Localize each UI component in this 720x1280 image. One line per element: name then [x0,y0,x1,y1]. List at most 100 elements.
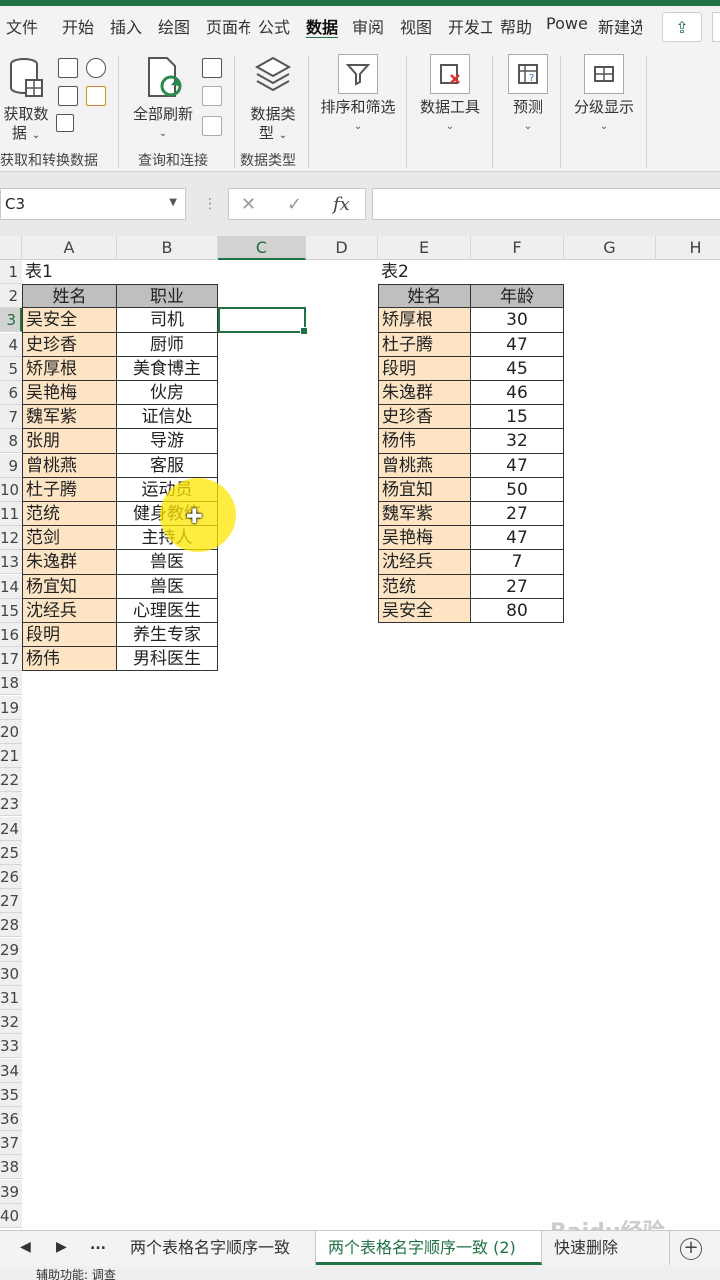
table2-age-cell[interactable]: 7 [471,550,564,575]
table1-name-cell[interactable]: 张朋 [22,429,117,454]
table1-name-cell[interactable]: 史珍香 [22,332,117,357]
tab-9[interactable]: 开发工 [448,14,492,38]
table2-age-cell[interactable]: 50 [471,477,564,502]
table2-name-cell[interactable]: 沈经兵 [378,550,471,575]
row-header[interactable]: 31 [0,986,22,1010]
row-header[interactable]: 11 [0,502,22,526]
table2-age-cell[interactable]: 47 [471,526,564,551]
table1-name-cell[interactable]: 吴艳梅 [22,381,117,406]
row-header[interactable]: 29 [0,937,22,962]
row-header[interactable]: 38 [0,1155,22,1180]
table1-name-cell[interactable]: 杨伟 [22,647,117,672]
row-header[interactable]: 22 [0,768,22,793]
table1-job-cell[interactable]: 客服 [117,453,218,478]
name-box[interactable]: C3 ▼ [0,188,186,220]
table2-name-cell[interactable]: 吴安全 [378,598,471,623]
table2-header-name[interactable]: 姓名 [378,284,471,309]
row-header[interactable]: 10 [0,477,22,502]
next-sheet-icon[interactable]: ▶ [56,1239,67,1255]
table1-job-cell[interactable]: 导游 [117,429,218,454]
table2-name-cell[interactable]: 史珍香 [378,405,471,430]
column-header-f[interactable]: F [471,236,564,260]
table2-age-cell[interactable]: 27 [471,574,564,599]
tab-10[interactable]: 帮助 [500,14,532,38]
queries-connections-icon[interactable] [202,58,222,78]
row-header[interactable]: 21 [0,744,22,768]
table1-name-cell[interactable]: 沈经兵 [22,598,117,623]
table2-name-cell[interactable]: 朱逸群 [378,381,471,406]
active-cell-c3[interactable] [218,307,308,335]
table1-name-cell[interactable]: 杜子腾 [22,477,117,502]
table1-name-cell[interactable]: 朱逸群 [22,550,117,575]
refresh-all-button[interactable]: 全部刷新 ⌄ [124,56,202,143]
sheet-tab-0[interactable]: 两个表格名字顺序一致 [118,1231,316,1265]
tab-6[interactable]: 数据 [306,14,339,38]
row-header[interactable]: 30 [0,961,22,986]
tab-3[interactable]: 绘图 [158,14,190,38]
row-header[interactable]: 16 [0,623,22,647]
column-header-a[interactable]: A [22,236,117,260]
comments-button[interactable] [712,12,720,42]
table1-job-cell[interactable]: 养生专家 [117,623,218,648]
column-header-d[interactable]: D [306,236,378,260]
table2-name-cell[interactable]: 矫厚根 [378,308,471,333]
table1-job-cell[interactable]: 证信处 [117,405,218,430]
table1-title[interactable]: 表1 [22,260,117,284]
table2-age-cell[interactable]: 27 [471,502,564,527]
prev-sheet-icon[interactable]: ◀ [20,1239,31,1255]
from-web-icon[interactable] [58,86,78,106]
tab-8[interactable]: 视图 [400,14,432,38]
row-header[interactable]: 13 [0,550,22,575]
table2-age-cell[interactable]: 15 [471,405,564,430]
edit-links-icon[interactable] [202,116,222,136]
table1-name-cell[interactable]: 杨宜知 [22,574,117,599]
row-header[interactable]: 18 [0,671,22,696]
table1-name-cell[interactable]: 矫厚根 [22,356,117,381]
table1-header-name[interactable]: 姓名 [22,284,117,309]
accessibility-status[interactable]: 辅助功能: 调查 [36,1266,116,1280]
row-header[interactable]: 40 [0,1203,22,1228]
row-header[interactable]: 2 [0,284,22,309]
forecast-button[interactable]: ? 预测 ⌄ [500,54,556,136]
row-header[interactable]: 28 [0,913,22,938]
row-header[interactable]: 8 [0,429,22,454]
more-sheets-button[interactable]: ... [90,1237,106,1253]
row-header[interactable]: 26 [0,865,22,889]
table2-age-cell[interactable]: 32 [471,429,564,454]
confirm-icon[interactable]: ✓ [287,194,302,215]
from-table-icon[interactable] [56,114,74,132]
row-header[interactable]: 27 [0,889,22,914]
properties-icon[interactable] [202,86,222,106]
row-header[interactable]: 1 [0,260,22,284]
sort-filter-button[interactable]: 排序和筛选 ⌄ [316,54,400,136]
column-header-g[interactable]: G [564,236,656,260]
tab-1[interactable]: 开始 [62,14,94,38]
row-header[interactable]: 24 [0,816,22,841]
table1-job-cell[interactable]: 美食博主 [117,356,218,381]
cancel-icon[interactable]: ✕ [241,194,256,215]
row-header[interactable]: 14 [0,574,22,599]
table1-name-cell[interactable]: 段明 [22,623,117,648]
table1-job-cell[interactable]: 兽医 [117,574,218,599]
row-header[interactable]: 33 [0,1034,22,1059]
table2-name-cell[interactable]: 杨伟 [378,429,471,454]
row-header[interactable]: 35 [0,1082,22,1107]
tab-7[interactable]: 审阅 [352,14,384,38]
table1-name-cell[interactable]: 曾桃燕 [22,453,117,478]
table1-name-cell[interactable]: 范剑 [22,526,117,551]
table2-age-cell[interactable]: 30 [471,308,564,333]
table1-header-job[interactable]: 职业 [117,284,218,309]
sheet-tab-1[interactable]: 两个表格名字顺序一致 (2) [316,1231,542,1265]
table2-age-cell[interactable]: 47 [471,453,564,478]
row-header[interactable]: 5 [0,356,22,381]
data-tools-button[interactable]: 数据工具 ⌄ [414,54,486,136]
formula-input[interactable] [372,188,720,220]
tab-4[interactable]: 页面布 [206,14,250,38]
row-header[interactable]: 12 [0,526,22,551]
share-button[interactable]: ⇪ [662,12,702,42]
data-types-button[interactable]: 数据类 型 ⌄ [244,56,302,145]
row-header[interactable]: 36 [0,1107,22,1131]
column-header-e[interactable]: E [378,236,471,260]
table1-job-cell[interactable]: 厨师 [117,332,218,357]
table2-name-cell[interactable]: 杜子腾 [378,332,471,357]
